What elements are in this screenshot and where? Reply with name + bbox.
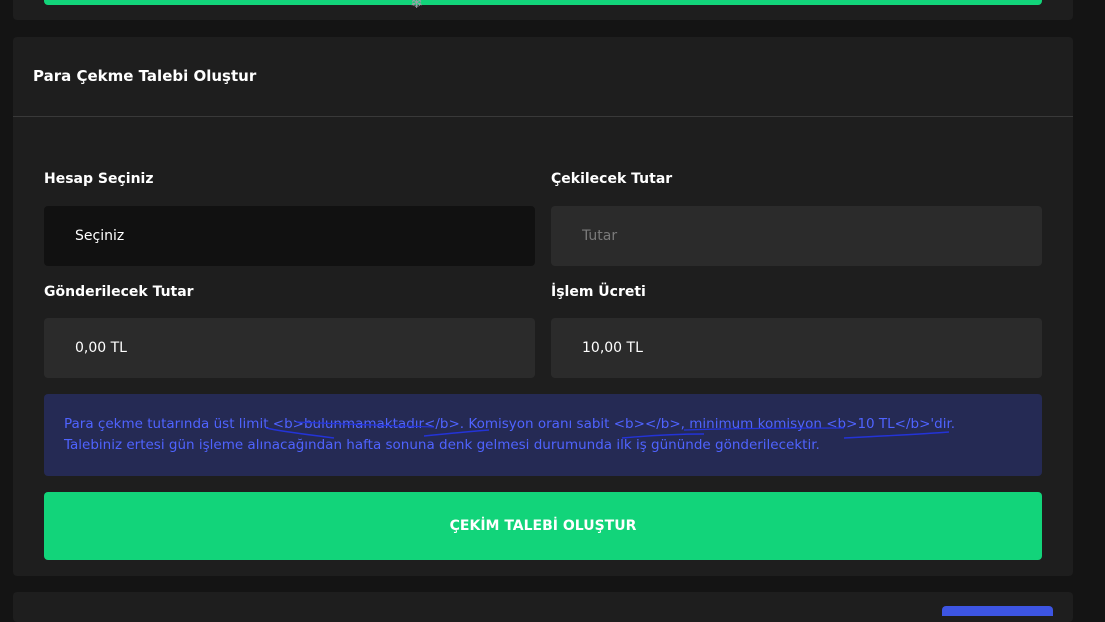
amount-label: Çekilecek Tutar: [551, 171, 673, 187]
info-alert: Para çekme tutarında üst limit <b>bulunm…: [44, 394, 1042, 476]
next-card-blue-button[interactable]: [942, 606, 1053, 616]
next-card: [13, 592, 1073, 622]
account-select-value: Seçiniz: [75, 228, 125, 244]
amount-field-wrapper: [551, 206, 1042, 266]
account-select[interactable]: Seçiniz: [44, 206, 535, 266]
fee-field: 10,00 TL: [551, 318, 1042, 378]
info-text-line-1: Para çekme tutarında üst limit <b>bulunm…: [64, 416, 956, 432]
previous-card-green-button[interactable]: [44, 0, 1042, 5]
fee-label: İşlem Ücreti: [551, 284, 646, 300]
page-title: Para Çekme Talebi Oluştur: [33, 67, 257, 85]
sent-amount-field: 0,00 TL: [44, 318, 535, 378]
withdraw-request-card: Para Çekme Talebi Oluştur Hesap Seçiniz …: [13, 37, 1073, 576]
sent-amount-value: 0,00 TL: [75, 340, 127, 356]
amount-input[interactable]: [582, 228, 1042, 244]
fee-value: 10,00 TL: [582, 340, 643, 356]
card-header: Para Çekme Talebi Oluştur: [13, 37, 1073, 117]
sent-amount-label: Gönderilecek Tutar: [44, 284, 194, 300]
info-text-line-2: Talebiniz ertesi gün işleme alınacağında…: [64, 437, 820, 453]
account-select-label: Hesap Seçiniz: [44, 171, 154, 187]
snowflake-icon: ❄: [410, 0, 424, 12]
create-withdrawal-button[interactable]: ÇEKİM TALEBİ OLUŞTUR: [44, 492, 1042, 560]
